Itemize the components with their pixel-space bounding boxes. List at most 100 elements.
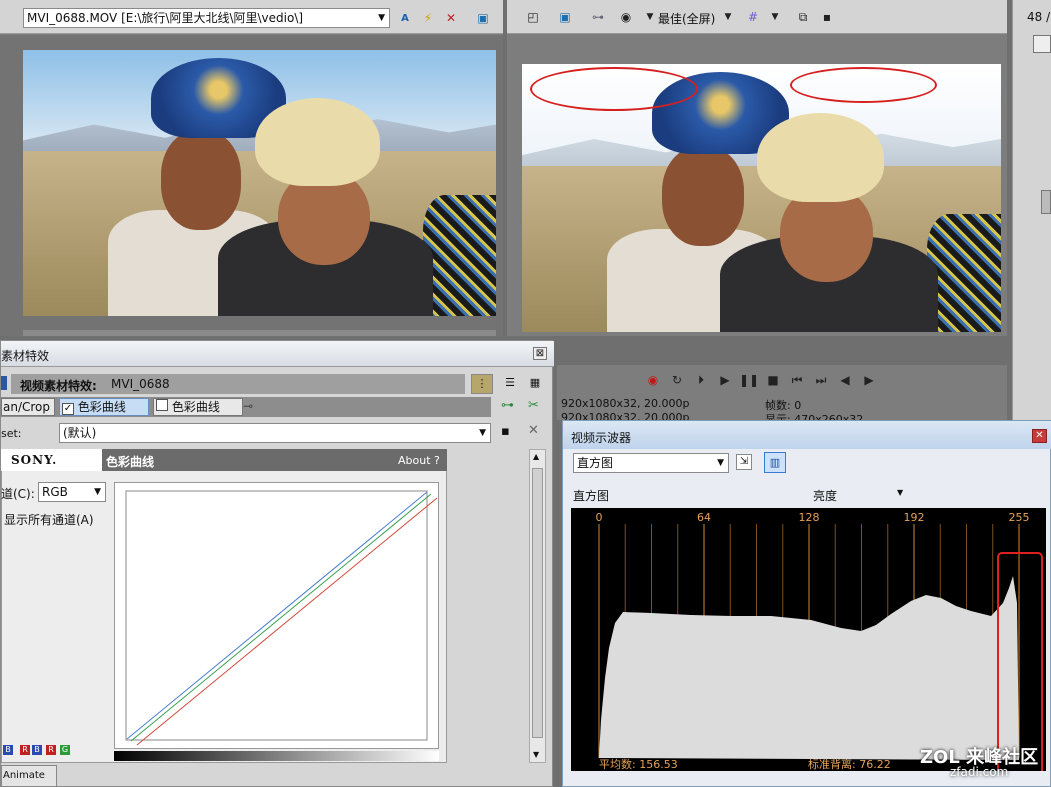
channel-button-g[interactable]: G	[60, 745, 70, 755]
animate-label: Animate	[3, 770, 45, 781]
lightning-icon[interactable]: ⚡	[419, 9, 437, 27]
next-frame-icon[interactable]: ▶	[860, 371, 878, 389]
about-link[interactable]: About ?	[398, 454, 440, 467]
video-properties-icon[interactable]: ◰	[524, 8, 542, 26]
histogram-tick-label: 0	[596, 511, 603, 524]
detail-view-icon[interactable]: ☰	[501, 374, 519, 394]
chevron-down-icon[interactable]: ▼	[719, 8, 737, 26]
stop-icon[interactable]: ■	[764, 371, 782, 389]
loop-icon[interactable]: ↻	[668, 371, 686, 389]
channel-button-b2[interactable]: B	[32, 745, 42, 755]
sony-logo: SONY.	[11, 453, 58, 467]
histogram-svg: 0 64 128 192 255 平均数: 156.53 标准背离: 76.22	[596, 511, 1043, 771]
pause-icon[interactable]: ❚❚	[739, 371, 759, 389]
brightness-label[interactable]: 亮度	[813, 487, 837, 504]
record-icon[interactable]: ◉	[644, 371, 662, 389]
scope-mode-value: 直方图	[577, 456, 614, 470]
copy-snapshot-icon[interactable]: ⧉	[794, 8, 812, 26]
highlight-ellipse-right	[790, 67, 937, 103]
channel-button-b[interactable]: B	[3, 745, 13, 755]
chevron-down-icon[interactable]: ▼	[766, 8, 784, 26]
plugin-chain-icon[interactable]: ⊶	[501, 398, 514, 413]
go-start-icon[interactable]: ⏮	[788, 371, 806, 389]
stddev-label: 标准背离: 76.22	[808, 757, 891, 771]
channel-button-r2[interactable]: R	[46, 745, 56, 755]
chevron-down-icon: ▼	[479, 428, 486, 438]
fx-header-label: 视频素材特效:	[20, 379, 97, 393]
chevron-down-icon: ▼	[717, 458, 724, 468]
histogram-tick-label: 128	[799, 511, 820, 524]
chain-item-label: 色彩曲线	[77, 400, 126, 414]
source-video-frame	[23, 50, 496, 316]
save-snapshot-icon[interactable]: ▪	[818, 8, 836, 26]
scope-window: 视频示波器 ✕ 直方图 ▼ ⇲ ▥ 直方图 亮度 ▼ 0 64 128 192 255 平…	[562, 420, 1051, 787]
fx-scrollbar[interactable]: ▲ ▼	[529, 449, 546, 763]
trimmer-panel: MVI_0688.MOV [E:\旅行\阿里大北线\阿里\vedio\] ▼ A …	[0, 0, 503, 336]
vertical-slider[interactable]	[1041, 190, 1051, 214]
fx-close-button[interactable]: ⊠	[533, 347, 547, 360]
grid-icon[interactable]: #	[744, 8, 762, 26]
chain-item-label: 色彩曲线	[171, 400, 220, 414]
chain-connector-icon: ⊸	[243, 399, 254, 413]
curve-lines	[125, 490, 438, 746]
scope-close-button[interactable]: ✕	[1032, 429, 1047, 443]
update-scope-icon[interactable]: ⇲	[736, 454, 752, 470]
overlay-icon[interactable]: ◉	[617, 8, 635, 26]
scope-titlebar: 视频示波器 ✕	[563, 421, 1051, 449]
show-all-channels-checkbox[interactable]: 显示所有通道(A)	[4, 511, 94, 528]
save-preset-icon[interactable]: ▪	[501, 424, 510, 439]
close-icon[interactable]: ✕	[442, 9, 460, 27]
checkbox-icon[interactable]	[156, 399, 168, 411]
list-view-icon[interactable]: ⋮	[471, 374, 493, 394]
preview-video-frame	[522, 64, 1001, 332]
channel-button-r[interactable]: R	[20, 745, 30, 755]
curve-graph[interactable]	[114, 482, 439, 749]
quality-select[interactable]: 最佳(全屏)	[658, 10, 715, 27]
file-select[interactable]: MVI_0688.MOV [E:\旅行\阿里大北线\阿里\vedio\] ▼	[23, 8, 390, 28]
chain-item-curves[interactable]: 色彩曲线	[153, 398, 243, 416]
checkbox-icon[interactable]: ✓	[62, 403, 74, 415]
scroll-down-icon[interactable]: ▼	[533, 750, 539, 759]
fx-title: 素材特效	[1, 349, 50, 363]
chain-item-pancrop[interactable]: an/Crop	[1, 398, 55, 416]
preset-select[interactable]: (默认) ▼	[59, 423, 491, 443]
remove-plugin-icon[interactable]: ✂	[528, 398, 539, 413]
curve-green	[130, 493, 432, 742]
chain-item-curves-active[interactable]: ✓ 色彩曲线	[59, 398, 149, 416]
split-screen-icon[interactable]: ⊶	[589, 8, 607, 26]
panel-icon[interactable]	[1033, 35, 1051, 53]
scroll-thumb[interactable]	[532, 468, 543, 738]
scope-mode-select[interactable]: 直方图 ▼	[573, 453, 729, 473]
watermark-sub: zfadi.com	[950, 765, 1009, 779]
auto-label-icon[interactable]: A	[396, 9, 414, 27]
file-select-text: MVI_0688.MOV [E:\旅行\阿里大北线\阿里\vedio\]	[27, 11, 304, 25]
fx-header-clip: MVI_0688	[111, 377, 170, 391]
animate-button[interactable]: Animate	[1, 765, 57, 787]
preview-panel: ◰ ▣ ⊶ ◉ ▼ 最佳(全屏) ▼ # ▼ ⧉ ▪	[507, 0, 1007, 336]
histogram-tick-label: 255	[1009, 511, 1030, 524]
chain-item-label: an/Crop	[3, 400, 51, 414]
channel-select[interactable]: RGB ▼	[38, 482, 106, 502]
trimmer-scrollbar[interactable]	[23, 330, 496, 336]
go-end-icon[interactable]: ⏭	[812, 371, 830, 389]
brightness-chevron-icon[interactable]: ▼	[897, 488, 903, 497]
fx-titlebar: 素材特效 ⊠	[1, 341, 554, 367]
rgb-buttons: B R B R G	[1, 745, 101, 759]
fx-header-icon	[1, 376, 7, 390]
play-icon[interactable]: ▶	[716, 371, 734, 389]
play-from-start-icon[interactable]: ⏵	[692, 371, 710, 389]
histogram-toggle-icon[interactable]: ▥	[764, 452, 786, 473]
monitor-icon[interactable]: ▣	[474, 9, 492, 27]
channel-label: 道(C):	[1, 487, 35, 501]
chevron-down-icon: ▼	[94, 487, 101, 497]
chevron-down-icon[interactable]: ▼	[641, 8, 659, 26]
gradient-bar	[114, 751, 439, 761]
grid-view-icon[interactable]: ▦	[525, 374, 545, 394]
scroll-up-icon[interactable]: ▲	[533, 452, 539, 461]
mean-label: 平均数: 156.53	[599, 758, 678, 771]
prev-frame-icon[interactable]: ◀	[836, 371, 854, 389]
right-panel-label: 48 /	[1027, 10, 1051, 24]
delete-preset-icon[interactable]: ✕	[528, 423, 539, 438]
monitor-icon[interactable]: ▣	[556, 8, 574, 26]
histogram-tick-label: 64	[697, 511, 711, 524]
